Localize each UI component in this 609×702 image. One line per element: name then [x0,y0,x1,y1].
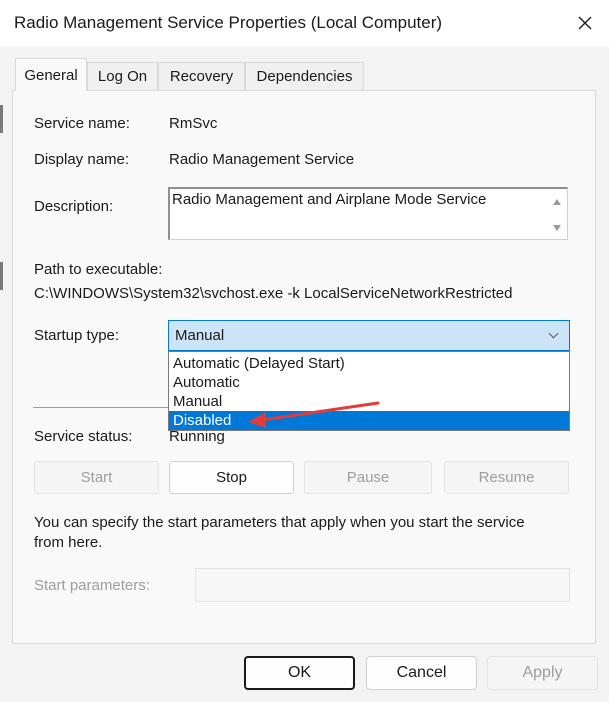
cancel-button[interactable]: Cancel [366,656,477,690]
service-name-label: Service name: [34,115,130,132]
help-text-line2: from here. [34,534,103,551]
resume-button[interactable]: Resume [444,461,569,494]
path-value: C:\WINDOWS\System32\svchost.exe -k Local… [34,285,513,302]
display-name-value: Radio Management Service [169,151,355,168]
window-edge-marker [0,262,3,290]
startup-type-value: Manual [175,327,225,344]
tab-general[interactable]: General [15,58,87,91]
start-parameters-label: Start parameters: [34,577,150,594]
description-text: Radio Management and Airplane Mode Servi… [172,191,487,208]
startup-type-dropdown[interactable]: Automatic (Delayed Start) Automatic Manu… [168,351,570,431]
close-icon [578,16,592,30]
chevron-down-icon [548,328,559,339]
service-status-label: Service status: [34,428,133,445]
tab-dependencies[interactable]: Dependencies [245,62,364,90]
description-box[interactable]: Radio Management and Airplane Mode Servi… [168,187,568,240]
path-label: Path to executable: [34,261,163,278]
display-name-label: Display name: [34,151,130,168]
option-manual[interactable]: Manual [173,392,567,411]
window-edge-marker [0,105,3,133]
apply-button[interactable]: Apply [487,656,598,690]
help-text-line1: You can specify the start parameters tha… [34,514,525,531]
close-button[interactable] [568,6,602,40]
scroll-down-icon[interactable] [553,225,561,231]
tab-log-on[interactable]: Log On [87,62,158,90]
tab-recovery[interactable]: Recovery [158,62,245,90]
option-automatic[interactable]: Automatic [173,373,567,392]
startup-type-label: Startup type: [34,327,120,344]
service-name-value: RmSvc [169,115,218,132]
window-title: Radio Management Service Properties (Loc… [14,13,443,32]
option-disabled[interactable]: Disabled [169,411,569,430]
option-automatic-delayed[interactable]: Automatic (Delayed Start) [173,354,567,373]
scroll-up-icon[interactable] [553,199,561,205]
start-button[interactable]: Start [34,461,159,494]
startup-type-select[interactable]: Manual [168,320,570,351]
description-label: Description: [34,198,114,215]
start-parameters-input[interactable] [195,568,570,602]
stop-button[interactable]: Stop [169,461,294,494]
ok-button[interactable]: OK [244,656,355,690]
pause-button[interactable]: Pause [304,461,432,494]
